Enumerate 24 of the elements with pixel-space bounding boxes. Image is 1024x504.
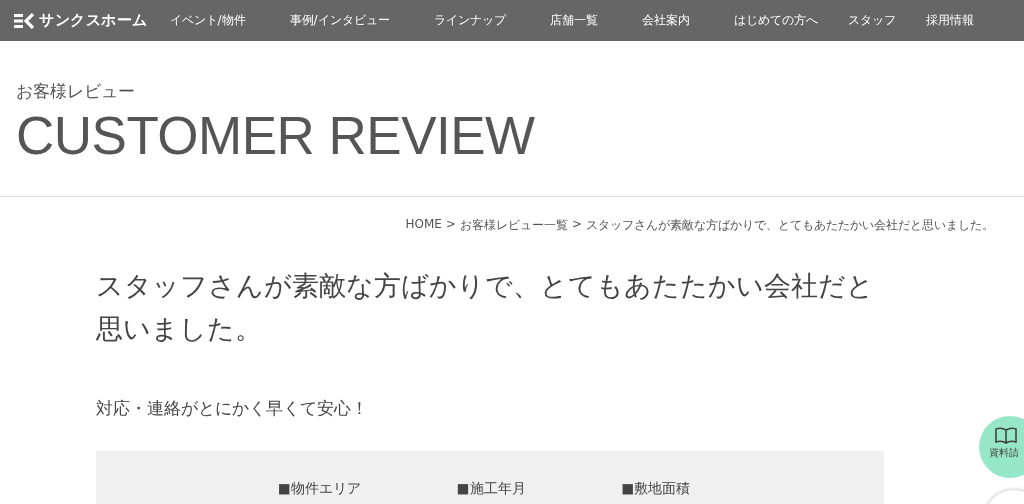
- breadcrumb-item[interactable]: お客様レビュー一覧: [459, 217, 568, 234]
- nav-link[interactable]: 会社案内: [641, 12, 690, 29]
- detail-label: ■物件エリア: [278, 480, 361, 498]
- nav-link[interactable]: 採用情報: [925, 12, 974, 29]
- logo[interactable]: サンクスホーム: [14, 11, 148, 30]
- nav-link[interactable]: スタッフ: [847, 12, 896, 29]
- breadcrumb-item[interactable]: HOME: [405, 217, 442, 234]
- nav-link[interactable]: 店舗一覧: [549, 12, 598, 29]
- breadcrumb-separator: >: [445, 217, 456, 233]
- page-title: CUSTOMER REVIEW: [16, 105, 536, 167]
- page-subtitle: お客様レビュー: [16, 80, 136, 103]
- nav-link[interactable]: はじめての方へ: [733, 12, 818, 29]
- detail-label: ■施工年月: [456, 480, 526, 498]
- book-icon: [994, 426, 1018, 444]
- nav-link[interactable]: ラインナップ: [433, 12, 506, 29]
- review-subheading: 対応・連絡がとにかく早くて安心！: [96, 398, 369, 420]
- breadcrumb-item: スタッフさんが素敵な方ばかりで、とてもあたたかい会社だと思いました。: [586, 217, 994, 234]
- review-heading: スタッフさんが素敵な方ばかりで、とてもあたたかい会社だと思いました。: [96, 269, 875, 346]
- logo-icon: [14, 12, 36, 29]
- detail-label: ■敷地面積: [621, 480, 691, 498]
- request-button[interactable]: 資料請: [979, 416, 1024, 478]
- nav-link[interactable]: 事例/インタビュー: [289, 12, 390, 29]
- breadcrumb-separator: >: [571, 217, 582, 233]
- nav-link[interactable]: イベント/物件: [169, 12, 246, 29]
